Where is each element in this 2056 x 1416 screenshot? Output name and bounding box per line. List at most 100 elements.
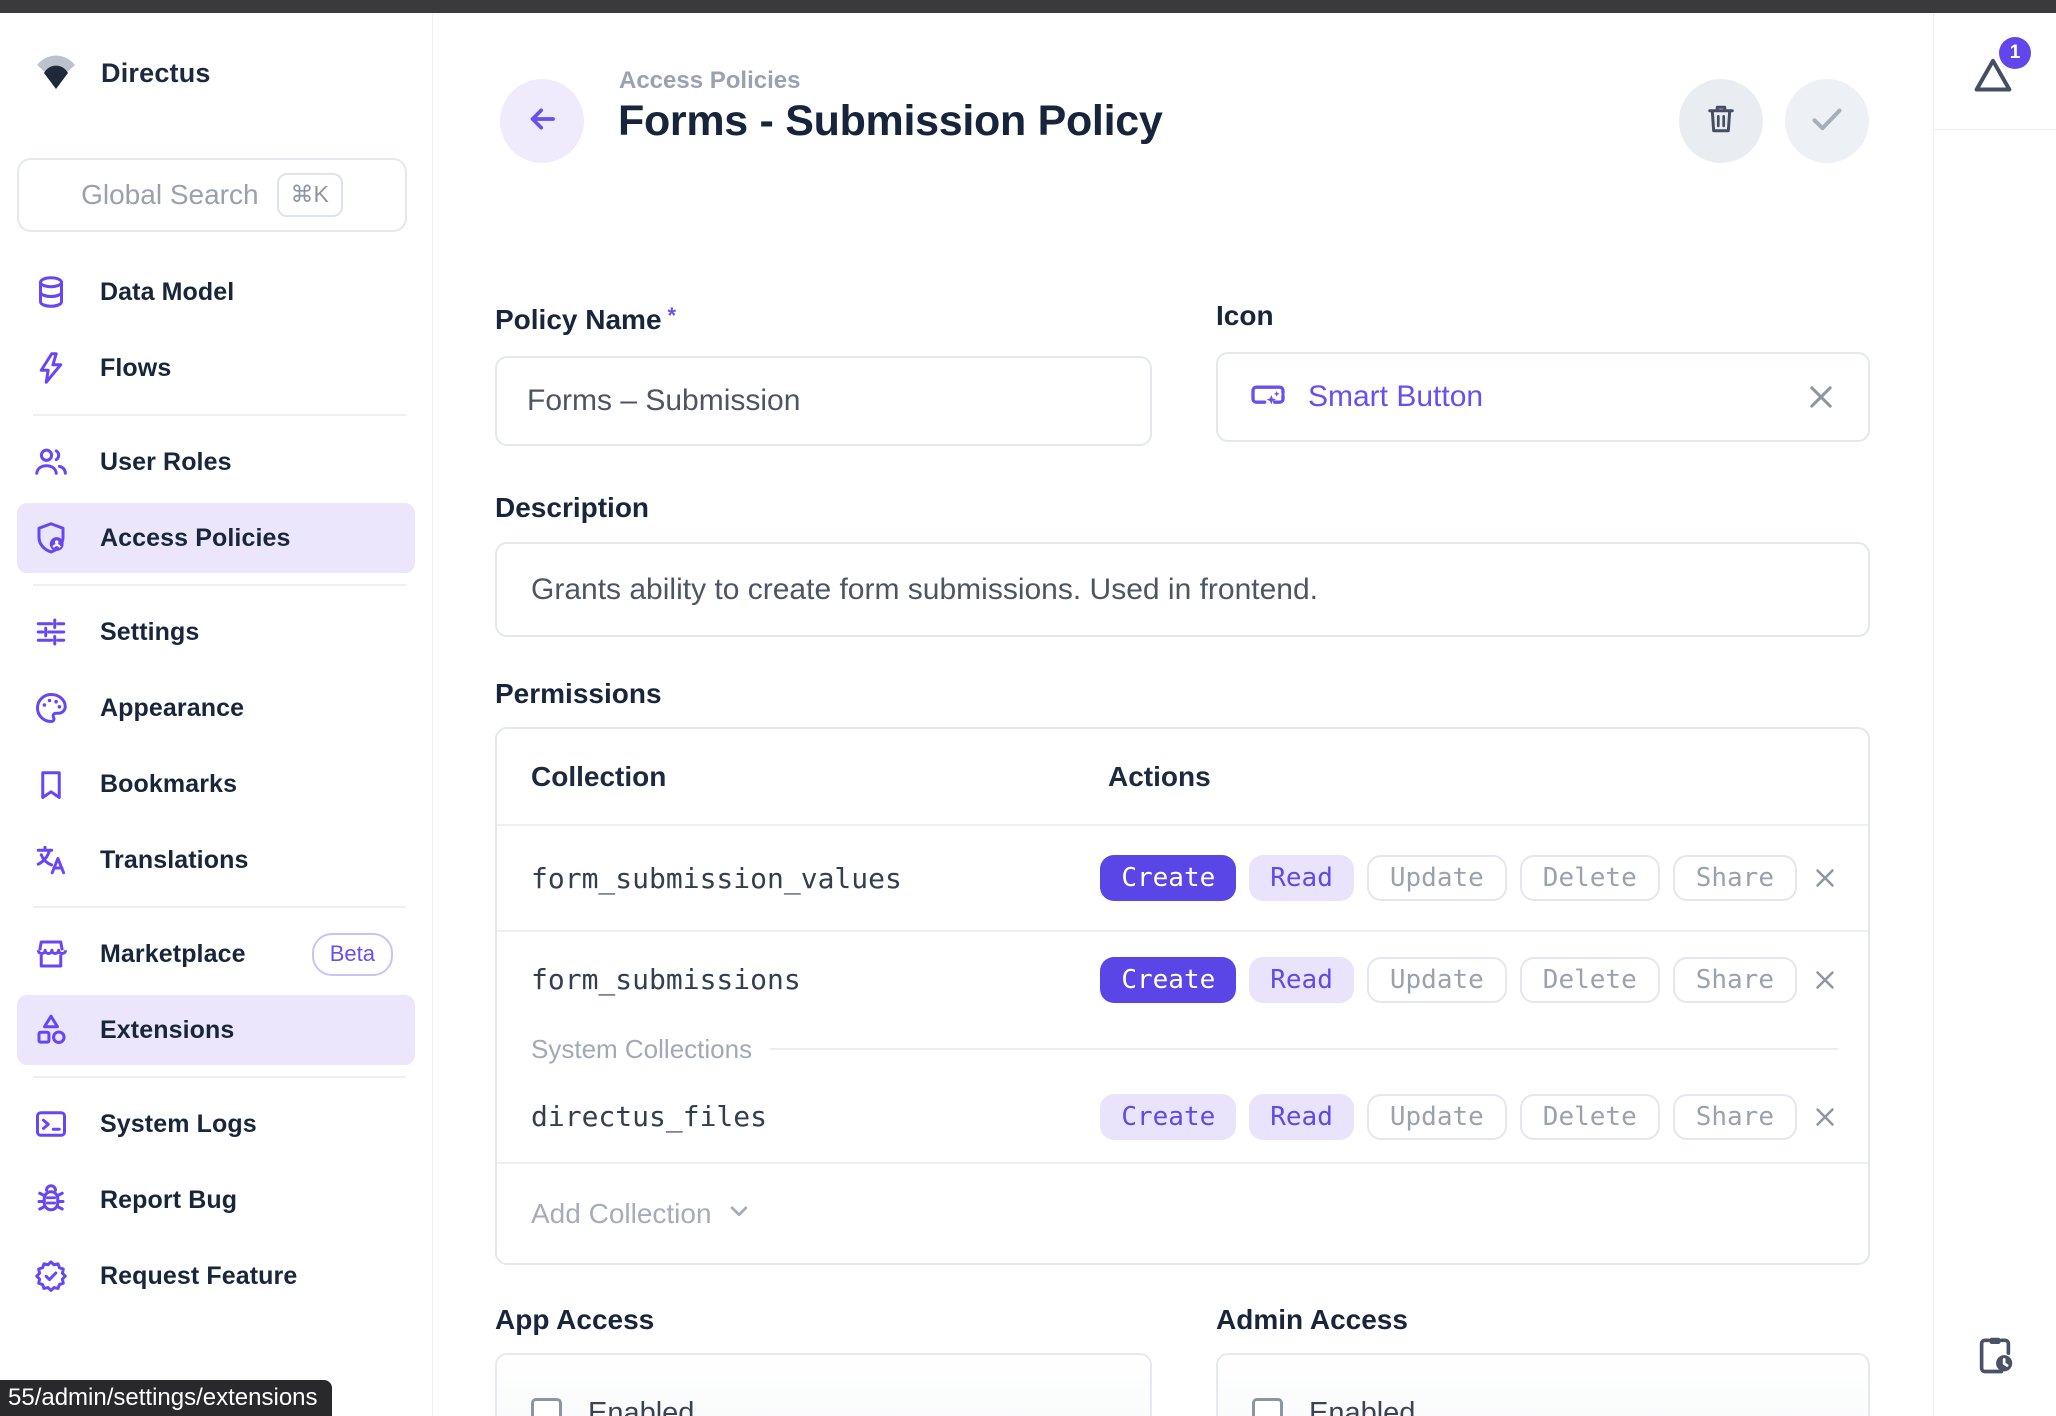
remove-row-button[interactable] [1810,1102,1840,1132]
remove-row-button[interactable] [1810,965,1840,995]
admin-access-box: Enabled [1216,1353,1870,1416]
sidebar-item-label: System Logs [100,1110,257,1139]
header-actions [1679,79,1869,163]
permissions-label: Permissions [495,679,1870,709]
save-button[interactable] [1785,79,1869,163]
add-collection-label: Add Collection [531,1198,712,1230]
divider-line [770,1048,1838,1050]
share-permission-chip[interactable]: Share [1673,1094,1797,1140]
admin-access-checkbox[interactable] [1252,1398,1283,1416]
sidebar-item-label: Data Model [100,278,234,307]
icon-value-text: Smart Button [1308,380,1483,414]
delete-permission-chip[interactable]: Delete [1520,1094,1660,1140]
sidebar-item-label: Bookmarks [100,770,237,799]
back-button[interactable] [500,79,584,163]
permission-row: directus_files Create Read Update Delete… [497,1071,1868,1162]
create-permission-chip[interactable]: Create [1100,855,1236,901]
description-label: Description [495,493,1870,523]
sidebar-item-bookmarks[interactable]: Bookmarks [17,749,415,819]
sidebar-item-flows[interactable]: Flows [17,333,415,403]
read-permission-chip[interactable]: Read [1249,855,1354,901]
chevron-down-icon [724,1196,754,1231]
app-access-checkbox[interactable] [531,1398,562,1416]
sidebar-item-appearance[interactable]: Appearance [17,673,415,743]
sidebar-item-request-feature[interactable]: Request Feature [17,1241,415,1311]
sidebar-item-access-policies[interactable]: Access Policies [17,503,415,573]
description-value: Grants ability to create form submission… [531,573,1318,607]
delete-permission-chip[interactable]: Delete [1520,855,1660,901]
permissions-table-header: Collection Actions [497,729,1868,826]
share-permission-chip[interactable]: Share [1673,957,1797,1003]
sidebar-item-label: Settings [100,618,199,647]
remove-row-button[interactable] [1810,863,1840,893]
sidebar-item-translations[interactable]: Translations [17,825,415,895]
collection-column-header: Collection [497,761,1108,793]
icon-label: Icon [1216,301,1870,331]
share-permission-chip[interactable]: Share [1673,855,1797,901]
sidebar-item-label: Flows [100,354,171,383]
delete-permission-chip[interactable]: Delete [1520,957,1660,1003]
add-collection-button[interactable]: Add Collection [497,1162,1868,1263]
policy-name-field: Policy Name* [495,301,1152,446]
update-permission-chip[interactable]: Update [1367,1094,1507,1140]
icon-field: Icon Smart Button [1216,301,1870,446]
collection-name: form_submissions [497,963,1100,996]
bolt-icon [33,350,69,386]
create-permission-chip[interactable]: Create [1100,1094,1236,1140]
policy-name-label: Policy Name* [495,301,1152,335]
left-sidebar: Directus Global Search ⌘K Data Model [0,13,433,1416]
sidebar-item-data-model[interactable]: Data Model [17,257,415,327]
notifications-button[interactable]: 1 [1971,47,2019,95]
database-icon [33,274,69,310]
app-access-label: App Access [495,1305,1152,1335]
description-input[interactable]: Grants ability to create form submission… [495,542,1870,637]
sidebar-item-user-roles[interactable]: User Roles [17,427,415,497]
status-url-tooltip: 55/admin/settings/extensions [0,1380,332,1416]
notification-count-badge: 1 [1999,37,2031,69]
sidebar-item-report-bug[interactable]: Report Bug [17,1165,415,1235]
app-access-checkbox-label: Enabled [588,1397,694,1416]
directus-logo-icon [33,50,79,97]
sidebar-divider [33,1076,406,1078]
shield-user-icon [33,520,69,556]
seal-check-icon [33,1258,69,1294]
sidebar-item-settings[interactable]: Settings [17,597,415,667]
icon-select[interactable]: Smart Button [1216,352,1870,442]
create-permission-chip[interactable]: Create [1100,957,1236,1003]
sidebar-item-system-logs[interactable]: System Logs [17,1089,415,1159]
collection-name: form_submission_values [497,862,1100,895]
clear-icon-button[interactable] [1804,380,1838,414]
sidebar-item-label: Marketplace [100,940,246,969]
sidebar-item-extensions[interactable]: Extensions [17,995,415,1065]
read-permission-chip[interactable]: Read [1249,957,1354,1003]
update-permission-chip[interactable]: Update [1367,855,1507,901]
activity-button[interactable] [1934,1333,2056,1382]
admin-access-label: Admin Access [1216,1305,1870,1335]
permissions-table: Collection Actions form_submission_value… [495,727,1870,1265]
read-permission-chip[interactable]: Read [1249,1094,1354,1140]
delete-button[interactable] [1679,79,1763,163]
app-access-box: Enabled [495,1353,1152,1416]
permission-row: form_submissions Create Read Update Dele… [497,932,1868,1027]
breadcrumb[interactable]: Access Policies [619,67,800,95]
collection-name: directus_files [497,1100,1100,1133]
sidebar-item-label: User Roles [100,448,232,477]
sidebar-divider [33,414,406,416]
global-search-input[interactable]: Global Search ⌘K [17,158,407,232]
palette-icon [33,690,69,726]
sidebar-item-label: Report Bug [100,1186,237,1215]
required-star: * [668,303,677,328]
arrow-left-icon [523,100,561,143]
sidebar-item-marketplace[interactable]: Marketplace Beta [17,919,415,989]
category-icon [33,1012,69,1048]
app-access-field: App Access Enabled [495,1305,1152,1416]
bug-icon [33,1182,69,1218]
sidebar-item-label: Translations [100,846,248,875]
policy-name-input[interactable] [527,384,1120,418]
policy-form: Policy Name* Icon [434,301,1870,1416]
translate-icon [33,842,69,878]
smart-button-icon [1248,373,1288,421]
right-sidebar: 1 [1933,13,2056,1416]
update-permission-chip[interactable]: Update [1367,957,1507,1003]
admin-access-field: Admin Access Enabled [1216,1305,1870,1416]
